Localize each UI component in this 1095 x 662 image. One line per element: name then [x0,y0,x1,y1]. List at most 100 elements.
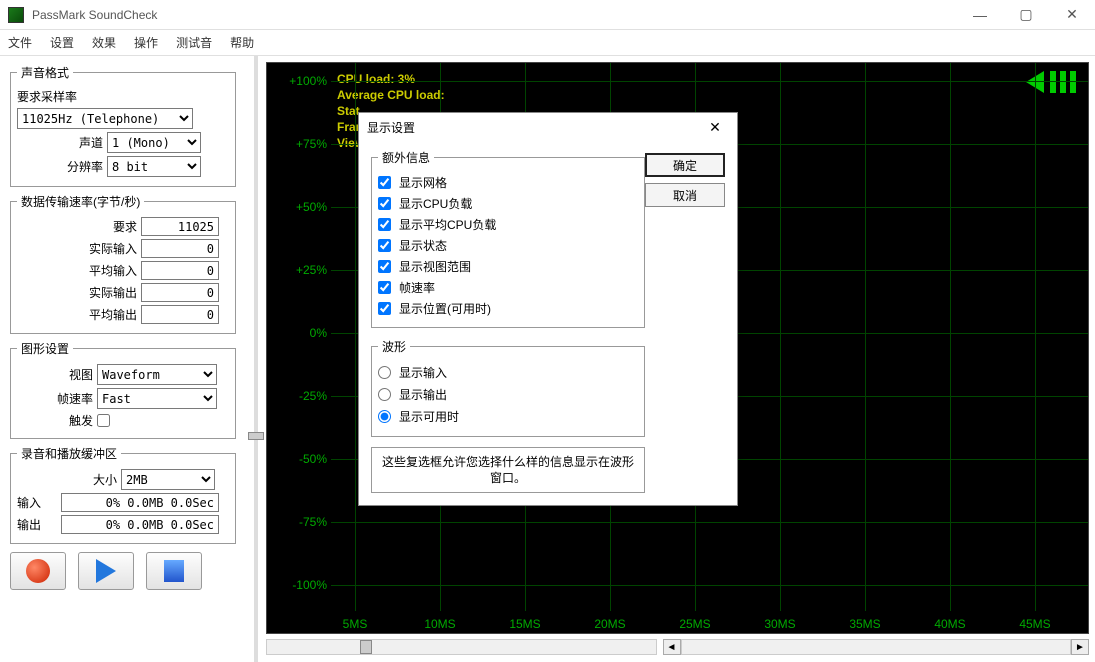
close-button[interactable]: ✕ [1049,0,1095,30]
horizontal-scroll[interactable]: ◄ ► [266,638,1089,656]
graph-settings-legend: 图形设置 [17,340,73,357]
minimize-button[interactable]: ― [957,0,1003,30]
actin-label: 实际输入 [17,240,137,257]
x-axis-label: 15MS [509,617,540,631]
menu-operate[interactable]: 操作 [134,34,158,51]
resolution-label: 分辨率 [17,158,103,175]
buffer-size-select[interactable]: 2MB [121,469,215,490]
play-button[interactable] [78,552,134,590]
view-select[interactable]: Waveform [97,364,217,385]
sound-format-group: 声音格式 要求采样率 11025Hz (Telephone) 声道 1 (Mon… [10,64,236,187]
menu-settings[interactable]: 设置 [50,34,74,51]
menu-help[interactable]: 帮助 [230,34,254,51]
vertical-slider[interactable] [246,56,266,662]
waveform-group: 波形 显示输入 显示输出 显示可用时 [371,338,645,437]
chk-pos-label: 显示位置(可用时) [399,300,491,317]
x-axis-label: 30MS [764,617,795,631]
actout-value[interactable] [141,283,219,302]
buffer-size-label: 大小 [17,471,117,488]
trigger-label: 触发 [17,412,93,429]
buffer-legend: 录音和播放缓冲区 [17,445,121,462]
transport-buttons [10,552,236,590]
input-indicator-icon [1020,69,1080,95]
scroll-right-button[interactable]: ► [1071,639,1089,655]
chk-status[interactable] [378,239,391,252]
chk-avgcpu-label: 显示平均CPU负载 [399,216,496,233]
radio-available-label: 显示可用时 [399,408,459,425]
ok-button[interactable]: 确定 [645,153,725,177]
chk-fps-label: 帧速率 [399,279,435,296]
fps-select[interactable]: Fast [97,388,217,409]
datarate-legend: 数据传输速率(字节/秒) [17,193,144,210]
buffer-in-value[interactable] [61,493,219,512]
stop-icon [164,560,184,582]
y-axis-label: -100% [267,578,329,592]
channel-select[interactable]: 1 (Mono) [107,132,201,153]
graph-settings-group: 图形设置 视图Waveform 帧速率Fast 触发 [10,340,236,439]
dialog-title: 显示设置 [367,119,701,136]
menu-effects[interactable]: 效果 [92,34,116,51]
avgout-label: 平均输出 [17,306,137,323]
chk-grid[interactable] [378,176,391,189]
chk-fps[interactable] [378,281,391,294]
avgout-value[interactable] [141,305,219,324]
samplerate-label: 要求采样率 [17,88,77,105]
y-axis-label: +50% [267,200,329,214]
record-button[interactable] [10,552,66,590]
chk-view[interactable] [378,260,391,273]
extra-info-legend: 额外信息 [378,149,434,166]
x-axis-label: 10MS [424,617,455,631]
buffer-group: 录音和播放缓冲区 大小2MB 输入 输出 [10,445,236,544]
req-label: 要求 [17,218,137,235]
actin-value[interactable] [141,239,219,258]
y-axis-label: +25% [267,263,329,277]
y-axis-label: +100% [267,74,329,88]
samplerate-select[interactable]: 11025Hz (Telephone) [17,108,193,129]
window-title: PassMark SoundCheck [32,8,957,22]
menubar: 文件 设置 效果 操作 测试音 帮助 [0,30,1095,56]
chk-status-label: 显示状态 [399,237,447,254]
radio-input[interactable] [378,366,391,379]
cancel-button[interactable]: 取消 [645,183,725,207]
buffer-out-label: 输出 [17,516,57,533]
chk-view-label: 显示视图范围 [399,258,471,275]
sound-format-legend: 声音格式 [17,64,73,81]
radio-output[interactable] [378,388,391,401]
scroll-left-button[interactable]: ◄ [663,639,681,655]
radio-output-label: 显示输出 [399,386,447,403]
x-axis-label: 5MS [343,617,368,631]
fps-label: 帧速率 [17,390,93,407]
extra-info-group: 额外信息 显示网格 显示CPU负载 显示平均CPU负载 显示状态 显示视图范围 … [371,149,645,328]
menu-testtone[interactable]: 测试音 [176,34,212,51]
menu-file[interactable]: 文件 [8,34,32,51]
display-settings-dialog: 显示设置 ✕ 额外信息 显示网格 显示CPU负载 显示平均CPU负载 显示状态 … [358,112,738,506]
req-value[interactable] [141,217,219,236]
trigger-checkbox[interactable] [97,414,110,427]
dialog-titlebar[interactable]: 显示设置 ✕ [359,113,737,141]
y-axis-label: -75% [267,515,329,529]
radio-available[interactable] [378,410,391,423]
chk-grid-label: 显示网格 [399,174,447,191]
x-axis-label: 40MS [934,617,965,631]
buffer-out-value[interactable] [61,515,219,534]
radio-input-label: 显示输入 [399,364,447,381]
chk-cpu[interactable] [378,197,391,210]
play-icon [96,559,116,583]
stop-button[interactable] [146,552,202,590]
datarate-group: 数据传输速率(字节/秒) 要求 实际输入 平均输入 实际输出 平均输出 [10,193,236,334]
waveform-legend: 波形 [378,338,410,355]
record-icon [26,559,50,583]
view-label: 视图 [17,366,93,383]
x-axis-label: 45MS [1019,617,1050,631]
avgin-label: 平均输入 [17,262,137,279]
chk-avgcpu[interactable] [378,218,391,231]
dialog-help-text: 这些复选框允许您选择什么样的信息显示在波形窗口。 [371,447,645,493]
avgin-value[interactable] [141,261,219,280]
titlebar: PassMark SoundCheck ― ▢ ✕ [0,0,1095,30]
resolution-select[interactable]: 8 bit [107,156,201,177]
y-axis-label: 0% [267,326,329,340]
dialog-close-button[interactable]: ✕ [701,119,729,136]
y-axis-label: +75% [267,137,329,151]
maximize-button[interactable]: ▢ [1003,0,1049,30]
chk-pos[interactable] [378,302,391,315]
